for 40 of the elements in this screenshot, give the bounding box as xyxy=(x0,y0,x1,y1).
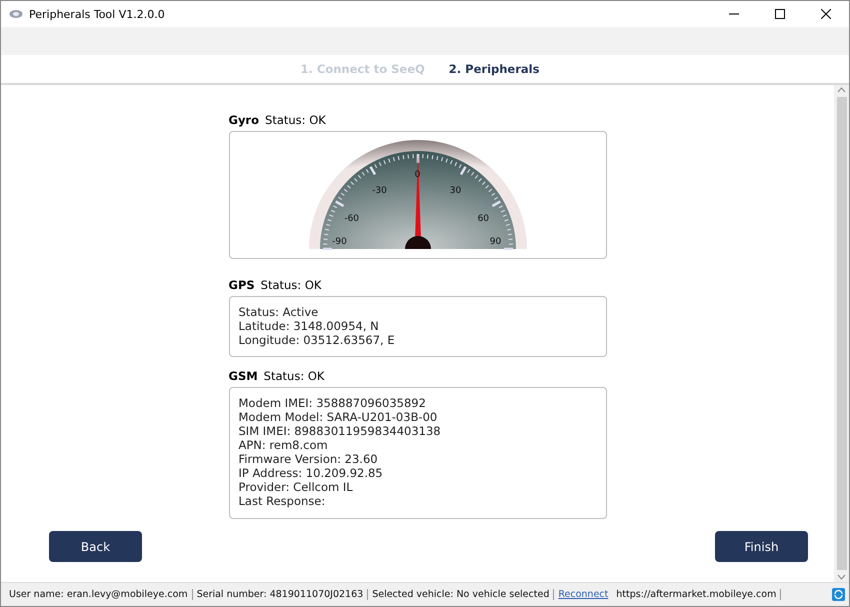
scroll-up-icon[interactable] xyxy=(837,85,846,95)
info-line: Status: Active xyxy=(238,305,320,319)
gauge-label: -90 xyxy=(332,237,347,247)
section-title: Gyro xyxy=(228,113,260,127)
info-line: APN: rem8.com xyxy=(238,438,329,452)
status-text: Status: OK xyxy=(264,369,324,383)
window-title: Peripherals Tool V1.2.0.0 xyxy=(29,8,166,20)
section-title: GSM xyxy=(228,369,258,383)
info-line: Latitude: 3148.00954, N xyxy=(238,319,380,333)
info-line: Last Response: xyxy=(238,494,326,508)
needle-hub xyxy=(404,236,430,249)
reconnect-link[interactable]: Reconnect xyxy=(554,589,612,600)
info-line: Firmware Version: 23.60 xyxy=(238,452,379,466)
app-icon xyxy=(9,9,23,19)
status-text: Status: OK xyxy=(265,113,326,127)
maximize-icon xyxy=(775,9,785,19)
finish-button[interactable]: Finish xyxy=(715,531,808,562)
back-button[interactable]: Back xyxy=(49,531,142,562)
info-line: Modem IMEI: 358887096035892 xyxy=(238,396,427,410)
gauge-label: 60 xyxy=(478,214,490,224)
gauge-label: 90 xyxy=(490,237,502,247)
gauge-label: -60 xyxy=(344,214,360,224)
gauge-label: 30 xyxy=(450,186,462,196)
status-text: Status: OK xyxy=(260,278,322,292)
sync-icon xyxy=(832,588,845,601)
step-tab[interactable]: 2. Peripherals xyxy=(448,62,540,76)
status-item: https://aftermarket.mobileye.com xyxy=(612,589,782,600)
info-line: SIM IMEI: 89883011959834403138 xyxy=(238,424,442,438)
gauge-label: -30 xyxy=(372,186,387,196)
status-item: User name: eran.levy@mobileye.com xyxy=(5,589,193,600)
scrollbar[interactable] xyxy=(834,85,849,582)
close-icon xyxy=(821,9,831,19)
info-line: IP Address: 10.209.92.85 xyxy=(238,466,384,480)
info-line: Longitude: 03512.63567, E xyxy=(238,333,396,347)
info-line: Provider: Cellcom IL xyxy=(238,480,354,494)
status-item: Serial number: 4819011070J02163 xyxy=(192,589,368,600)
status-item: Selected vehicle: No vehicle selected xyxy=(368,589,554,600)
section-title: GPS xyxy=(228,278,255,292)
info-line: Modem Model: SARA-U201-03B-00 xyxy=(238,410,438,424)
scroll-down-icon[interactable] xyxy=(837,572,846,582)
